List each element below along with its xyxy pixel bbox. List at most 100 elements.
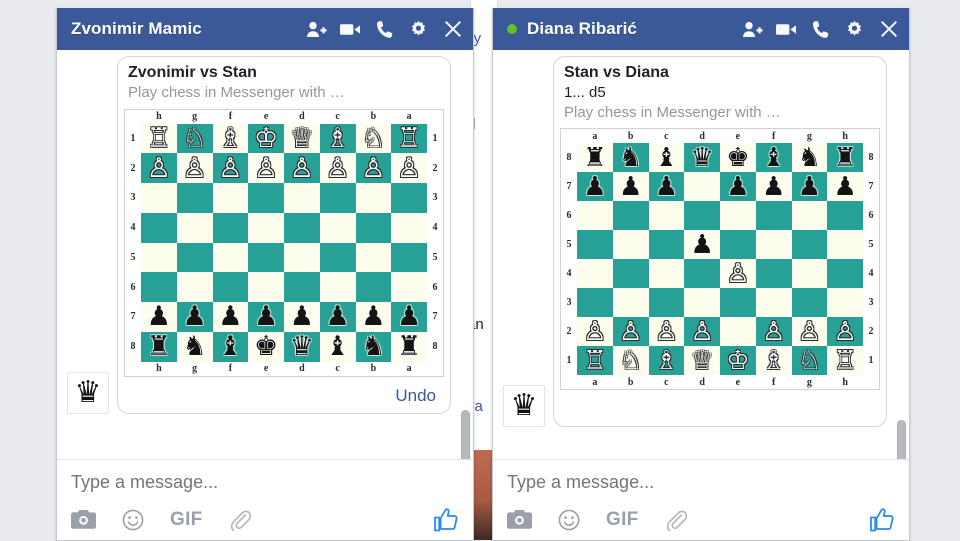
board-square[interactable] xyxy=(141,212,177,243)
board-square[interactable] xyxy=(284,242,320,273)
board-square[interactable]: ♘ xyxy=(355,123,392,154)
board-square[interactable] xyxy=(612,230,649,259)
video-call-icon[interactable] xyxy=(776,19,797,40)
board-square[interactable] xyxy=(720,317,756,346)
attachment-icon[interactable] xyxy=(665,509,687,531)
chess-piece[interactable]: ♟ xyxy=(833,174,856,200)
message-list-scrollbar[interactable] xyxy=(897,54,906,459)
board-square[interactable] xyxy=(827,288,863,317)
board-square[interactable] xyxy=(391,242,427,273)
chess-piece[interactable]: ♖ xyxy=(147,125,171,152)
board-square[interactable] xyxy=(577,259,613,288)
board-square[interactable] xyxy=(755,288,792,317)
board-square[interactable]: ♟ xyxy=(791,172,828,201)
chess-piece[interactable]: ♟ xyxy=(726,174,749,200)
board-square[interactable] xyxy=(212,212,249,243)
add-person-icon[interactable] xyxy=(742,19,763,40)
board-square[interactable]: ♟ xyxy=(248,302,284,332)
chess-piece[interactable]: ♘ xyxy=(183,125,207,152)
board-square[interactable]: ♞ xyxy=(355,331,392,362)
board-square[interactable]: ♔ xyxy=(720,346,756,375)
board-square[interactable]: ♟ xyxy=(355,302,392,332)
board-square[interactable] xyxy=(248,242,284,273)
board-square[interactable]: ♜ xyxy=(577,143,613,172)
board-square[interactable]: ♙ xyxy=(212,153,249,183)
board-square[interactable] xyxy=(391,212,427,243)
board-square[interactable] xyxy=(141,242,177,273)
chess-piece[interactable]: ♙ xyxy=(326,155,350,182)
board-square[interactable]: ♛ xyxy=(284,331,320,362)
board-square[interactable] xyxy=(391,272,427,302)
board-square[interactable]: ♟ xyxy=(319,302,356,332)
board-square[interactable] xyxy=(212,242,249,273)
attachment-icon[interactable] xyxy=(229,509,251,531)
chess-piece[interactable]: ♟ xyxy=(762,174,785,200)
board-square[interactable]: ♙ xyxy=(141,153,177,183)
board-square[interactable]: ♗ xyxy=(212,123,249,154)
board-square[interactable]: ♙ xyxy=(827,317,863,346)
chess-game-card[interactable]: Zvonimir vs Stan Play chess in Messenger… xyxy=(117,56,451,414)
chess-piece[interactable]: ♛ xyxy=(290,333,314,360)
board-square[interactable] xyxy=(791,259,828,288)
board-square[interactable] xyxy=(284,272,320,302)
chess-piece[interactable]: ♟ xyxy=(218,303,242,330)
chess-piece[interactable]: ♖ xyxy=(833,348,856,374)
board-square[interactable] xyxy=(355,272,392,302)
board-square[interactable]: ♟ xyxy=(684,230,720,259)
board-square[interactable] xyxy=(648,288,685,317)
board-square[interactable] xyxy=(212,183,249,213)
board-square[interactable] xyxy=(248,183,284,213)
board-square[interactable]: ♙ xyxy=(577,317,613,346)
add-person-icon[interactable] xyxy=(306,19,327,40)
chess-piece[interactable]: ♞ xyxy=(361,333,385,360)
board-square[interactable] xyxy=(791,230,828,259)
board-square[interactable] xyxy=(755,201,792,230)
board-square[interactable]: ♙ xyxy=(720,259,756,288)
chess-piece[interactable]: ♟ xyxy=(183,303,207,330)
chat-header[interactable]: Zvonimir Mamic xyxy=(57,8,473,50)
chess-piece[interactable]: ♜ xyxy=(147,333,171,360)
board-square[interactable] xyxy=(577,230,613,259)
board-square[interactable]: ♚ xyxy=(248,331,284,362)
chess-piece[interactable]: ♟ xyxy=(690,232,713,258)
board-square[interactable]: ♝ xyxy=(319,331,356,362)
board-square[interactable]: ♔ xyxy=(248,123,284,154)
board-square[interactable]: ♟ xyxy=(212,302,249,332)
gear-icon[interactable] xyxy=(844,19,865,40)
board-square[interactable] xyxy=(827,259,863,288)
chess-piece[interactable]: ♘ xyxy=(361,125,385,152)
board-square[interactable] xyxy=(612,259,649,288)
board-square[interactable]: ♖ xyxy=(827,346,863,375)
chess-piece[interactable]: ♙ xyxy=(726,261,749,287)
chess-piece[interactable]: ♘ xyxy=(798,348,821,374)
chess-piece[interactable]: ♖ xyxy=(397,125,421,152)
chess-piece[interactable]: ♚ xyxy=(726,145,749,171)
board-square[interactable] xyxy=(791,201,828,230)
chess-piece[interactable]: ♙ xyxy=(218,155,242,182)
board-square[interactable] xyxy=(176,212,213,243)
board-square[interactable]: ♙ xyxy=(176,153,213,183)
board-square[interactable]: ♘ xyxy=(176,123,213,154)
undo-button[interactable]: Undo xyxy=(395,386,436,406)
board-square[interactable] xyxy=(684,259,720,288)
board-square[interactable] xyxy=(284,183,320,213)
chess-piece[interactable]: ♕ xyxy=(690,348,713,374)
chess-piece[interactable]: ♙ xyxy=(147,155,171,182)
board-square[interactable]: ♙ xyxy=(355,153,392,183)
board-square[interactable] xyxy=(248,272,284,302)
chess-piece[interactable]: ♙ xyxy=(183,155,207,182)
chess-piece[interactable]: ♞ xyxy=(798,145,821,171)
board-square[interactable]: ♗ xyxy=(648,346,685,375)
chessboard[interactable]: a b c d e f g h 8 ♜ ♞ ♝ ♛ ♚ ♝ ♞ ♜ 8 7 ♟ ♟ ♟ ♟ ♟ ♟ ♟ 7 6 6 5 ♟ 5 4 ♙ 4 3 3 2 ♙ ♙… xyxy=(560,128,880,390)
board-square[interactable]: ♘ xyxy=(791,346,828,375)
board-square[interactable]: ♙ xyxy=(755,317,792,346)
board-square[interactable] xyxy=(720,288,756,317)
chess-piece[interactable]: ♜ xyxy=(397,333,421,360)
board-square[interactable] xyxy=(648,201,685,230)
chess-piece[interactable]: ♝ xyxy=(326,333,350,360)
board-square[interactable]: ♖ xyxy=(577,346,613,375)
chess-piece[interactable]: ♙ xyxy=(290,155,314,182)
board-square[interactable]: ♟ xyxy=(176,302,213,332)
board-square[interactable]: ♙ xyxy=(612,317,649,346)
chess-piece[interactable]: ♙ xyxy=(619,319,642,345)
